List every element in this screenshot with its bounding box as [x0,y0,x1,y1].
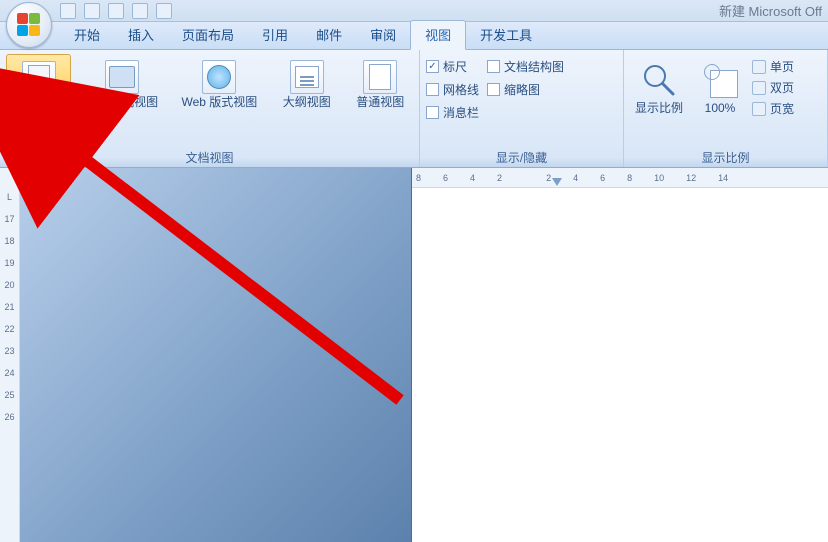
document-page[interactable]: 8 6 4 2 2 4 6 8 10 12 14 [412,168,828,542]
tab-view[interactable]: 视图 [410,20,466,50]
web-view-label: Web 版式视图 [182,96,258,110]
workspace: L 17 18 19 20 21 22 23 24 25 26 8 6 4 2 … [0,168,828,542]
thumbnails-checkbox-label: 缩略图 [504,81,540,98]
outline-view-label: 大纲视图 [283,96,331,110]
qat-print-icon[interactable] [132,3,148,19]
one-page-icon [752,60,766,74]
ruler-mark: 10 [654,173,664,183]
group-zoom: 显示比例 100% 单页 双页 页宽 显示比 [624,50,828,167]
ruler-mark: 17 [4,208,14,230]
ruler-mark: 24 [4,362,14,384]
two-pages-label: 双页 [770,79,794,96]
reading-view-label: 阅读版式视图 [86,96,158,110]
zoom-button[interactable]: 显示比例 [630,54,688,118]
one-page-label: 单页 [770,58,794,75]
indent-marker-icon[interactable] [552,178,562,186]
normal-view-icon [363,60,397,94]
vertical-ruler[interactable]: L 17 18 19 20 21 22 23 24 25 26 [0,168,20,542]
ruler-mark: 23 [4,340,14,362]
page-width-label: 页宽 [770,100,794,117]
previous-page-area [20,168,412,542]
web-view-icon [202,60,236,94]
zoom-icon [639,60,679,100]
office-logo-icon [17,13,41,37]
messagebar-checkbox[interactable]: 消息栏 [426,104,479,121]
tab-mail[interactable]: 邮件 [302,21,356,49]
ruler-mark: 2 [546,173,551,183]
checkbox-icon [487,60,500,73]
ruler-mark: 25 [4,384,14,406]
horizontal-ruler[interactable]: 8 6 4 2 2 4 6 8 10 12 14 [412,168,828,188]
outline-view-button[interactable]: 大纲视图 [274,54,339,112]
window-title: 新建 Microsoft Off [719,1,822,20]
ruler-mark: 8 [416,173,421,183]
ruler-mark: 22 [4,318,14,340]
ruler-mark: L [7,186,12,208]
qat-redo-icon[interactable] [108,3,124,19]
page-view-label: 页面视图 [15,97,63,111]
checkbox-icon: ✓ [426,60,439,73]
ruler-mark: 19 [4,252,14,274]
reading-view-button[interactable]: 阅读版式视图 [79,54,164,112]
docmap-checkbox[interactable]: 文档结构图 [487,58,564,75]
tab-references[interactable]: 引用 [248,21,302,49]
tab-start[interactable]: 开始 [60,21,114,49]
tab-insert[interactable]: 插入 [114,21,168,49]
group-document-views-label: 文档视图 [6,149,413,167]
two-pages-icon [752,81,766,95]
tab-dev[interactable]: 开发工具 [466,21,546,49]
tab-review[interactable]: 审阅 [356,21,410,49]
ruler-mark: 2 [497,173,502,183]
page-view-button[interactable]: 页面视图 [6,54,71,114]
two-pages-button[interactable]: 双页 [752,79,794,96]
ruler-mark: 21 [4,296,14,318]
hundred-button[interactable]: 100% [696,54,744,118]
reading-view-icon [105,60,139,94]
ruler-checkbox[interactable]: ✓ 标尺 [426,58,479,75]
checkbox-icon [487,83,500,96]
page-view-icon [22,61,56,95]
outline-view-icon [290,60,324,94]
ruler-mark: 26 [4,406,14,428]
messagebar-checkbox-label: 消息栏 [443,104,479,121]
group-document-views: 页面视图 阅读版式视图 Web 版式视图 大纲视图 普通视图 文档视图 [0,50,420,167]
hundred-label: 100% [705,102,736,116]
ruler-mark: 8 [627,173,632,183]
group-zoom-label: 显示比例 [630,149,821,167]
page-width-icon [752,102,766,116]
ribbon: 页面视图 阅读版式视图 Web 版式视图 大纲视图 普通视图 文档视图 [0,50,828,168]
ruler-mark: 14 [718,173,728,183]
web-view-button[interactable]: Web 版式视图 [173,54,266,112]
checkbox-icon [426,106,439,119]
gridlines-checkbox-label: 网格线 [443,81,479,98]
ruler-mark: 12 [686,173,696,183]
ruler-mark: 6 [443,173,448,183]
qat-more-icon[interactable] [156,3,172,19]
ribbon-tabs: 开始 插入 页面布局 引用 邮件 审阅 视图 开发工具 [0,22,828,50]
ruler-mark: 4 [573,173,578,183]
ruler-mark: 20 [4,274,14,296]
office-button[interactable] [6,2,52,48]
normal-view-label: 普通视图 [356,96,404,110]
qat-save-icon[interactable] [60,3,76,19]
thumbnails-checkbox[interactable]: 缩略图 [487,81,564,98]
ruler-mark: 6 [600,173,605,183]
group-show-hide-label: 显示/隐藏 [426,149,617,167]
docmap-checkbox-label: 文档结构图 [504,58,564,75]
title-bar: 新建 Microsoft Off [0,0,828,22]
ruler-mark: 4 [470,173,475,183]
one-page-button[interactable]: 单页 [752,58,794,75]
zoom-label: 显示比例 [635,102,683,116]
page-width-button[interactable]: 页宽 [752,100,794,117]
checkbox-icon [426,83,439,96]
hundred-icon [700,60,740,100]
qat-undo-icon[interactable] [84,3,100,19]
gridlines-checkbox[interactable]: 网格线 [426,81,479,98]
quick-access-toolbar [60,3,172,19]
normal-view-button[interactable]: 普通视图 [348,54,413,112]
tab-pagelayout[interactable]: 页面布局 [168,21,248,49]
group-show-hide: ✓ 标尺 网格线 消息栏 文档结构图 缩 [420,50,624,167]
ruler-mark: 18 [4,230,14,252]
ruler-checkbox-label: 标尺 [443,58,467,75]
